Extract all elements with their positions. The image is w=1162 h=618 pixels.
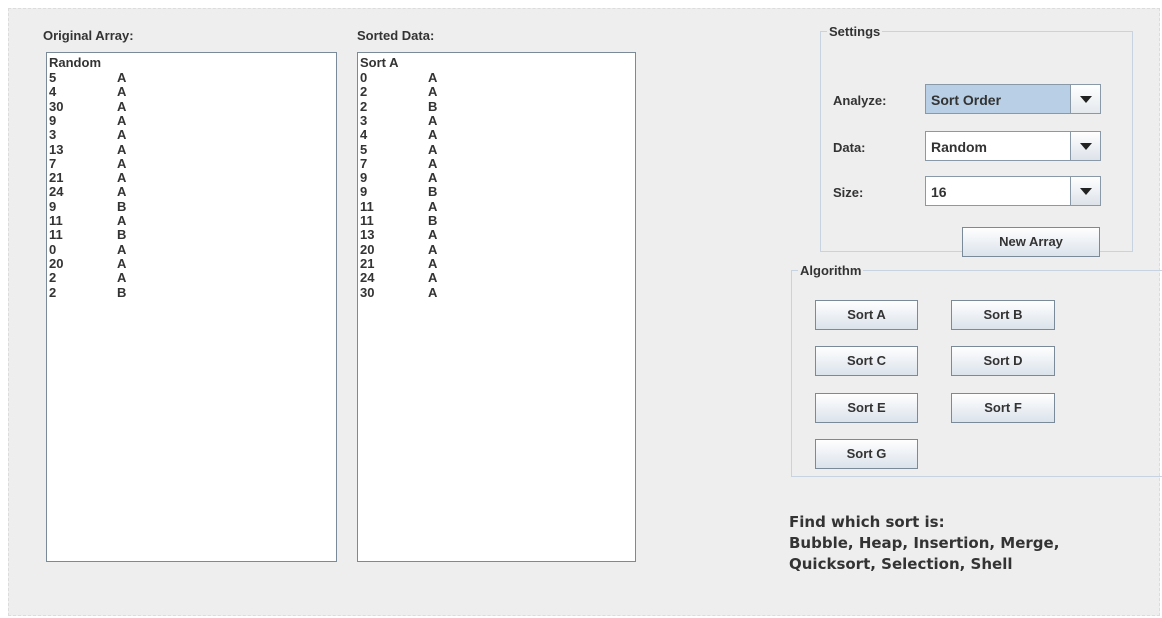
list-item-number: 11 [360, 198, 374, 214]
list-item-number: 7 [360, 155, 368, 171]
list-item-letter: B [117, 198, 127, 214]
list-item-number: 3 [49, 127, 57, 143]
list-item-number: 20 [49, 255, 64, 271]
list-item-number: 21 [49, 170, 64, 186]
list-item-number: 11 [360, 213, 374, 228]
list-item-letter: A [428, 70, 438, 85]
sort-c-button[interactable]: Sort C [815, 346, 918, 376]
list-item-letter: B [117, 227, 127, 243]
list-item-number: 4 [360, 127, 368, 143]
list-item-letter: A [117, 241, 127, 257]
list-item-letter: A [428, 284, 438, 300]
new-array-button[interactable]: New Array [962, 227, 1100, 257]
data-label: Data: [833, 140, 866, 155]
list-item-number: 30 [360, 284, 375, 300]
list-item-number: 21 [360, 255, 375, 271]
list-item-letter: A [428, 270, 438, 286]
sorted-data-label: Sorted Data: [357, 28, 435, 43]
list-item-number: 9 [49, 112, 57, 128]
original-array-header: Random [49, 55, 101, 70]
sorted-data-header: Sort A [360, 55, 399, 70]
original-array-label: Original Array: [43, 28, 134, 43]
list-item-number: 5 [360, 141, 368, 157]
list-item-letter: A [428, 170, 438, 186]
sort-f-button[interactable]: Sort F [951, 393, 1055, 423]
sort-a-button[interactable]: Sort A [815, 300, 918, 330]
list-item-letter: A [117, 270, 127, 286]
list-item-number: 2 [360, 98, 368, 114]
list-item-letter: A [117, 255, 127, 271]
chevron-down-icon[interactable] [1070, 132, 1100, 160]
list-item-number: 13 [49, 141, 64, 157]
analyze-label: Analyze: [833, 93, 887, 108]
list-item-number: 30 [49, 98, 64, 114]
list-item-letter: A [117, 112, 127, 128]
list-item-letter: A [428, 127, 438, 143]
list-item-letter: A [428, 141, 438, 157]
list-item-number: 2 [49, 270, 57, 286]
list-item-letter: B [428, 184, 438, 200]
data-combo-value: Random [931, 139, 987, 155]
list-item-letter: A [117, 141, 127, 157]
sort-d-button[interactable]: Sort D [951, 346, 1055, 376]
list-item-letter: B [428, 98, 438, 114]
list-item-number: 9 [360, 184, 368, 200]
app-window: Original Array: Random 5 A 4 A 30 A 9 A 3 A 13 A 7 A 2… [8, 8, 1162, 616]
list-item-letter: A [117, 170, 127, 186]
chevron-down-icon[interactable] [1070, 85, 1100, 113]
list-item-letter: A [117, 98, 127, 114]
sort-e-button[interactable]: Sort E [815, 393, 918, 423]
list-item-letter: A [117, 70, 127, 85]
list-item-number: 24 [49, 184, 64, 200]
analyze-combo[interactable]: Sort Order [925, 84, 1101, 114]
hint-line-3: Quicksort, Selection, Shell [789, 555, 1013, 573]
list-item-letter: A [117, 184, 127, 200]
list-item-number: 9 [360, 170, 368, 186]
list-item-number: 0 [360, 70, 368, 85]
list-item-letter: A [117, 213, 127, 228]
size-label: Size: [833, 185, 864, 200]
list-item-letter: A [428, 112, 438, 128]
algorithm-group: Algorithm Sort A Sort B Sort C Sort D So… [791, 263, 1162, 477]
list-item-number: 7 [49, 155, 57, 171]
list-item-number: 24 [360, 270, 375, 286]
list-item-letter: A [117, 84, 127, 100]
data-combo[interactable]: Random [925, 131, 1101, 161]
list-item-number: 20 [360, 241, 375, 257]
list-item-letter: A [428, 198, 438, 214]
list-item-letter: A [428, 84, 438, 100]
list-item-letter: A [428, 241, 438, 257]
list-item-number: 4 [49, 84, 57, 100]
settings-title: Settings [829, 24, 881, 39]
chevron-down-icon[interactable] [1070, 177, 1100, 205]
size-combo-value: 16 [931, 184, 947, 200]
list-item-letter: A [428, 255, 438, 271]
list-item-number: 9 [49, 198, 57, 214]
settings-group: Settings Analyze: Sort Order Data: Rando… [820, 24, 1133, 257]
sort-g-button[interactable]: Sort G [815, 439, 918, 469]
original-array-list[interactable]: Random 5 A 4 A 30 A 9 A 3 A 13 A 7 A 21 A 24 A 9 B 11 A 11 B 0 A 2… [46, 52, 337, 562]
hint-text: Find which sort is: Bubble, Heap, Insert… [789, 512, 1059, 575]
list-item-number: 2 [49, 284, 57, 300]
size-combo[interactable]: 16 [925, 176, 1101, 206]
list-item-letter: A [117, 155, 127, 171]
list-item-letter: B [428, 213, 438, 228]
list-item-number: 3 [360, 112, 368, 128]
algorithm-title: Algorithm [800, 263, 862, 278]
hint-line-2: Bubble, Heap, Insertion, Merge, [789, 534, 1060, 552]
analyze-combo-value: Sort Order [931, 92, 1002, 108]
list-item-number: 13 [360, 227, 375, 243]
hint-line-1: Find which sort is: [789, 513, 945, 531]
list-item-letter: B [117, 284, 127, 300]
list-item-number: 2 [360, 84, 368, 100]
list-item-number: 5 [49, 70, 57, 85]
sort-b-button[interactable]: Sort B [951, 300, 1055, 330]
list-item-number: 0 [49, 241, 57, 257]
sorted-data-list[interactable]: Sort A 0 A 2 A 2 B 3 A 4 A 5 A 7 A 9 A 9 B 11 A 11 B 13 A 20 A 21 A… [357, 52, 636, 562]
list-item-number: 11 [49, 227, 63, 243]
list-item-number: 11 [49, 213, 63, 228]
list-item-letter: A [117, 127, 127, 143]
list-item-letter: A [428, 155, 438, 171]
list-item-letter: A [428, 227, 438, 243]
